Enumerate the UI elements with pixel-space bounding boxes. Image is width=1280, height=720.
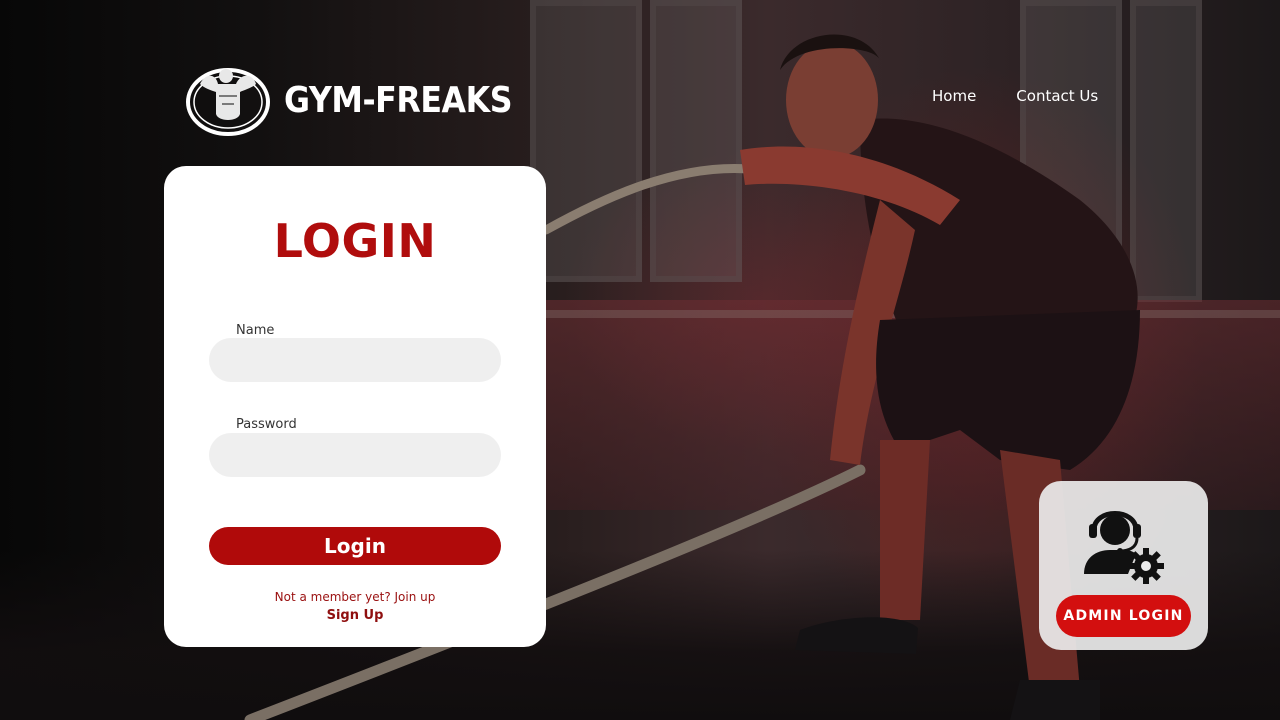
signup-link[interactable]: Sign Up bbox=[164, 608, 546, 623]
admin-login-button[interactable]: ADMIN LOGIN bbox=[1056, 595, 1191, 637]
nav-home-link[interactable]: Home bbox=[932, 87, 976, 105]
bodybuilder-logo-icon bbox=[186, 68, 270, 136]
brand-name: GYM-FREAKS bbox=[284, 79, 513, 121]
top-nav: Home Contact Us bbox=[932, 87, 1098, 105]
name-label: Name bbox=[236, 323, 275, 338]
brand[interactable]: GYM-FREAKS bbox=[186, 62, 543, 138]
name-input[interactable] bbox=[209, 338, 501, 382]
password-input[interactable] bbox=[209, 433, 501, 477]
password-label: Password bbox=[236, 417, 297, 432]
login-title: LOGIN bbox=[273, 214, 437, 268]
nav-contact-link[interactable]: Contact Us bbox=[1016, 87, 1098, 105]
support-agent-gear-icon bbox=[1084, 511, 1164, 584]
signup-prompt: Not a member yet? Join up bbox=[274, 590, 436, 604]
login-button[interactable]: Login bbox=[209, 527, 501, 565]
